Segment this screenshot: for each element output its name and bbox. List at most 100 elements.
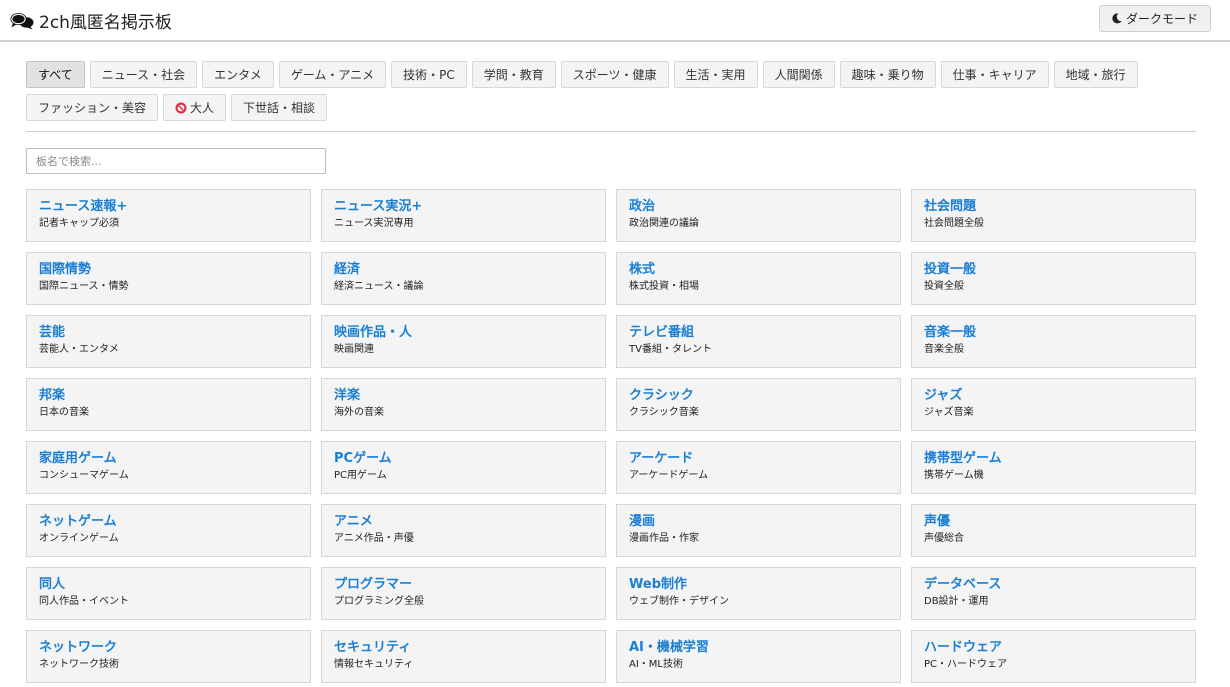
board-name-link[interactable]: 同人 bbox=[39, 577, 298, 593]
board-name-link[interactable]: 洋楽 bbox=[334, 388, 593, 404]
board-card[interactable]: アーケード アーケードゲーム bbox=[616, 441, 901, 494]
board-card[interactable]: ジャズ ジャズ音楽 bbox=[911, 378, 1196, 431]
board-card[interactable]: 芸能 芸能人・エンタメ bbox=[26, 315, 311, 368]
board-description: 携帯ゲーム機 bbox=[924, 470, 984, 481]
board-name-link[interactable]: 携帯型ゲーム bbox=[924, 451, 1183, 467]
board-name-link[interactable]: データベース bbox=[924, 577, 1183, 593]
category-button[interactable]: 技術・PC bbox=[391, 61, 467, 88]
category-button[interactable]: 生活・実用 bbox=[673, 61, 758, 88]
board-name-link[interactable]: 邦楽 bbox=[39, 388, 298, 404]
board-card[interactable]: 投資一般 投資全般 bbox=[911, 252, 1196, 305]
board-card[interactable]: 社会問題 社会問題全般 bbox=[911, 189, 1196, 242]
board-card[interactable]: クラシック クラシック音楽 bbox=[616, 378, 901, 431]
board-card[interactable]: AI・機械学習 AI・ML技術 bbox=[616, 630, 901, 683]
category-button[interactable]: 大人 bbox=[163, 94, 227, 121]
board-card[interactable]: Web制作 ウェブ制作・デザイン bbox=[616, 567, 901, 620]
board-name-link[interactable]: プログラマー bbox=[334, 577, 593, 593]
category-button[interactable]: ゲーム・アニメ bbox=[278, 61, 387, 88]
board-description: DB設計・運用 bbox=[924, 596, 989, 607]
category-button[interactable]: エンタメ bbox=[202, 61, 274, 88]
board-name-link[interactable]: 芸能 bbox=[39, 325, 298, 341]
board-card[interactable]: 漫画 漫画作品・作家 bbox=[616, 504, 901, 557]
board-description: PC・ハードウェア bbox=[924, 659, 1008, 670]
board-card[interactable]: 同人同人作品・イベント bbox=[26, 567, 311, 620]
board-card[interactable]: 経済 経済ニュース・議論 bbox=[321, 252, 606, 305]
category-button[interactable]: ファッション・美容 bbox=[26, 94, 159, 121]
board-name-link[interactable]: ハードウェア bbox=[924, 640, 1183, 656]
board-name-link[interactable]: ニュース速報+ bbox=[39, 199, 298, 215]
board-name-link[interactable]: ジャズ bbox=[924, 388, 1183, 404]
category-button[interactable]: すべて bbox=[26, 61, 85, 88]
board-name-link[interactable]: アーケード bbox=[629, 451, 888, 467]
board-name-link[interactable]: 政治 bbox=[629, 199, 888, 215]
category-filter-bar: すべて ニュース・社会 エンタメ ゲーム・アニメ 技術・PC 学問・教育 スポーツ・健康 生活… bbox=[26, 61, 1196, 121]
dark-mode-button[interactable]: ダークモード bbox=[1098, 5, 1211, 32]
board-card[interactable]: 洋楽 海外の音楽 bbox=[321, 378, 606, 431]
board-card[interactable]: 家庭用ゲーム コンシューマゲーム bbox=[26, 441, 311, 494]
board-name-link[interactable]: ネットワーク bbox=[39, 640, 298, 656]
board-name-link[interactable]: 国際情勢 bbox=[39, 262, 298, 278]
board-name-link[interactable]: テレビ番組 bbox=[629, 325, 888, 341]
comments-icon bbox=[10, 12, 34, 29]
board-card[interactable]: 携帯型ゲーム携帯ゲーム機 bbox=[911, 441, 1196, 494]
site-title-text: 2ch風匿名掲示板 bbox=[39, 13, 172, 33]
board-card[interactable]: PCゲーム PC用ゲーム bbox=[321, 441, 606, 494]
category-button[interactable]: 仕事・キャリア bbox=[940, 61, 1049, 88]
board-name-link[interactable]: 投資一般 bbox=[924, 262, 1183, 278]
board-card[interactable]: ニュース速報+ 記者キャップ必須 bbox=[26, 189, 311, 242]
board-description: 映画関連 bbox=[334, 344, 374, 355]
board-card[interactable]: テレビ番組 TV番組・タレント bbox=[616, 315, 901, 368]
board-description: オンラインゲーム bbox=[39, 533, 119, 544]
board-card[interactable]: プログラマー プログラミング全般 bbox=[321, 567, 606, 620]
board-name-link[interactable]: 音楽一般 bbox=[924, 325, 1183, 341]
board-card[interactable]: データベース DB設計・運用 bbox=[911, 567, 1196, 620]
board-name-link[interactable]: 経済 bbox=[334, 262, 593, 278]
board-description: 同人作品・イベント bbox=[39, 596, 129, 607]
board-name-link[interactable]: ネットゲーム bbox=[39, 514, 298, 530]
board-name-link[interactable]: 社会問題 bbox=[924, 199, 1183, 215]
category-button[interactable]: 下世話・相談 bbox=[231, 94, 328, 121]
category-button[interactable]: ニュース・社会 bbox=[89, 61, 198, 88]
board-card[interactable]: 音楽一般 音楽全般 bbox=[911, 315, 1196, 368]
board-card[interactable]: セキュリティ 情報セキュリティ bbox=[321, 630, 606, 683]
board-card[interactable]: 政治 政治関連の議論 bbox=[616, 189, 901, 242]
board-name-link[interactable]: 映画作品・人 bbox=[334, 325, 593, 341]
category-button[interactable]: 地域・旅行 bbox=[1053, 61, 1138, 88]
board-name-link[interactable]: PCゲーム bbox=[334, 451, 593, 467]
board-card[interactable]: ニュース実況+ ニュース実況専用 bbox=[321, 189, 606, 242]
board-name-link[interactable]: アニメ bbox=[334, 514, 593, 530]
board-name-link[interactable]: セキュリティ bbox=[334, 640, 593, 656]
category-button[interactable]: 人間関係 bbox=[762, 61, 835, 88]
board-name-link[interactable]: ニュース実況+ bbox=[334, 199, 593, 215]
board-card[interactable]: ハードウェア PC・ハードウェア bbox=[911, 630, 1196, 683]
board-card[interactable]: 株式 株式投資・相場 bbox=[616, 252, 901, 305]
board-name-link[interactable]: Web制作 bbox=[629, 577, 888, 593]
board-name-link[interactable]: 家庭用ゲーム bbox=[39, 451, 298, 467]
board-card[interactable]: ネットワーク ネットワーク技術 bbox=[26, 630, 311, 683]
board-card[interactable]: 映画作品・人映画関連 bbox=[321, 315, 606, 368]
board-name-link[interactable]: 声優 bbox=[924, 514, 1183, 530]
board-name-link[interactable]: 漫画 bbox=[629, 514, 888, 530]
board-description: 日本の音楽 bbox=[39, 407, 89, 418]
board-name-link[interactable]: AI・機械学習 bbox=[629, 640, 888, 656]
divider bbox=[26, 131, 1196, 132]
board-description: 声優総合 bbox=[924, 533, 964, 544]
category-label: 学問・教育 bbox=[483, 68, 544, 82]
category-button[interactable]: 趣味・乗り物 bbox=[839, 61, 936, 88]
board-name-link[interactable]: 株式 bbox=[629, 262, 888, 278]
category-button[interactable]: 学問・教育 bbox=[471, 61, 556, 88]
site-title[interactable]: 2ch風匿名掲示板 bbox=[10, 8, 172, 33]
board-name-link[interactable]: クラシック bbox=[629, 388, 888, 404]
category-label: 人間関係 bbox=[774, 68, 823, 82]
board-card[interactable]: 邦楽 日本の音楽 bbox=[26, 378, 311, 431]
board-grid: ニュース速報+ 記者キャップ必須 ニュース実況+ ニュース実況専用 政治 政治関連の議論社… bbox=[26, 189, 1196, 683]
board-card[interactable]: 声優 声優総合 bbox=[911, 504, 1196, 557]
board-search-input[interactable] bbox=[26, 148, 326, 174]
board-card[interactable]: ネットゲームオンラインゲーム bbox=[26, 504, 311, 557]
board-description: 漫画作品・作家 bbox=[629, 533, 699, 544]
category-button[interactable]: スポーツ・健康 bbox=[560, 61, 669, 88]
board-card[interactable]: アニメ アニメ作品・声優 bbox=[321, 504, 606, 557]
board-description: 投資全般 bbox=[924, 281, 964, 292]
category-label: 技術・PC bbox=[403, 68, 455, 82]
board-card[interactable]: 国際情勢 国際ニュース・情勢 bbox=[26, 252, 311, 305]
